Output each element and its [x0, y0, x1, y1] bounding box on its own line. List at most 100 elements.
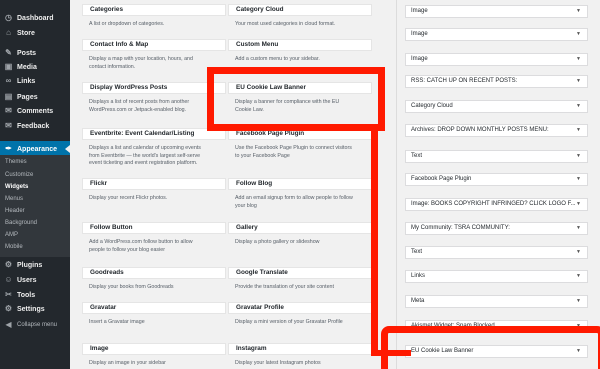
appearance-icon: ✒: [5, 144, 12, 153]
widget-card-gallery[interactable]: Gallery: [228, 222, 372, 234]
menu-item-plugins[interactable]: ⚙ Plugins: [0, 258, 70, 272]
menu-item-users[interactable]: ☺ Users: [0, 273, 70, 287]
widget-card-goodreads[interactable]: Goodreads: [82, 267, 226, 279]
menu-item-label: Plugins: [17, 261, 43, 269]
widget-description: Displays a list and calendar of upcoming…: [89, 145, 201, 166]
widget-description: Display your recent Flickr photos.: [89, 195, 168, 201]
menu-item-label: Comments: [17, 107, 54, 115]
caret-down-icon[interactable]: ▼: [576, 6, 581, 17]
comments-icon: ✉: [5, 106, 12, 115]
submenu-item-menus[interactable]: Menus: [5, 196, 23, 202]
widget-card-display-wordpress-posts[interactable]: Display WordPress Posts: [82, 82, 226, 94]
submenu-item-background[interactable]: Background: [5, 220, 37, 226]
submenu-item-mobile[interactable]: Mobile: [5, 244, 23, 250]
widget-description: Display your books from Goodreads: [89, 284, 174, 290]
widget-card-google-translate[interactable]: Google Translate: [228, 267, 372, 279]
menu-item-collapse-menu[interactable]: ◀ Collapse menu: [0, 318, 70, 332]
menu-item-tools[interactable]: ✂ Tools: [0, 288, 70, 302]
widget-card-instagram[interactable]: Instagram: [228, 343, 372, 355]
menu-item-store[interactable]: ⌂ Store: [0, 26, 70, 40]
widget-card-gravatar[interactable]: Gravatar: [82, 302, 226, 314]
feedback-icon: ✉: [5, 121, 12, 130]
sidebar-widget-image[interactable]: Image ▼: [405, 53, 588, 66]
caret-down-icon[interactable]: ▼: [576, 101, 581, 112]
caret-down-icon[interactable]: ▼: [576, 223, 581, 234]
widget-description: Insert a Gravatar image: [89, 319, 145, 325]
widget-description: Display your latest Instagram photos: [235, 360, 321, 366]
dashboard-icon: ◷: [5, 13, 12, 22]
menu-item-feedback[interactable]: ✉ Feedback: [0, 119, 70, 133]
widget-card-flickr[interactable]: Flickr: [82, 178, 226, 190]
caret-down-icon[interactable]: ▼: [576, 271, 581, 282]
sidebar-widget-facebook-page-plugin[interactable]: Facebook Page Plugin ▼: [405, 173, 588, 186]
widget-card-contact-info-map[interactable]: Contact Info & Map: [82, 39, 226, 51]
menu-item-comments[interactable]: ✉ Comments: [0, 104, 70, 118]
sidebar-widget-title: Text: [411, 153, 423, 159]
menu-item-pages[interactable]: ▤ Pages: [0, 90, 70, 104]
sidebar-widget-category-cloud[interactable]: Category Cloud ▼: [405, 100, 588, 113]
caret-down-icon[interactable]: ▼: [576, 125, 581, 136]
sidebar-widget-title: Image: [411, 31, 428, 37]
menu-item-media[interactable]: ▣ Media: [0, 60, 70, 74]
widget-card-category-cloud[interactable]: Category Cloud: [228, 4, 372, 16]
caret-down-icon[interactable]: ▼: [576, 296, 581, 307]
caret-down-icon[interactable]: ▼: [576, 54, 581, 65]
sidebar-widget-title: Category Cloud: [411, 103, 453, 109]
widget-card-gravatar-profile[interactable]: Gravatar Profile: [228, 302, 372, 314]
sidebar-widget-rss-catch-up-on-recent-posts[interactable]: RSS: CATCH UP ON RECENT POSTS: ▼: [405, 75, 588, 88]
settings-icon: ⚙: [4, 304, 13, 313]
menu-item-links[interactable]: ∞ Links: [0, 74, 70, 88]
menu-item-label: Tools: [17, 291, 36, 299]
sidebar-widget-title: My Community: TSRA COMMUNITY:: [411, 225, 510, 231]
highlight-box-available: [207, 67, 385, 131]
caret-down-icon[interactable]: ▼: [576, 247, 581, 258]
sidebar-widget-title: Facebook Page Plugin: [411, 176, 472, 182]
submenu-item-themes[interactable]: Themes: [5, 159, 27, 165]
users-icon: ☺: [4, 275, 13, 284]
menu-item-label: Dashboard: [17, 14, 54, 22]
caret-down-icon[interactable]: ▼: [576, 29, 581, 40]
sidebar-widget-title: Image: [411, 8, 428, 14]
sidebar-widget-image[interactable]: Image ▼: [405, 28, 588, 41]
widget-card-eventbrite-event-calendar-listing[interactable]: Eventbrite: Event Calendar/Listing: [82, 128, 226, 140]
sidebar-widget-title: RSS: CATCH UP ON RECENT POSTS:: [411, 78, 518, 84]
links-icon: ∞: [5, 76, 12, 85]
submenu-item-widgets[interactable]: Widgets: [5, 184, 28, 190]
caret-down-icon[interactable]: ▼: [576, 151, 581, 162]
widget-description: Use the Facebook Page Plugin to connect …: [235, 145, 352, 159]
caret-down-icon[interactable]: ▼: [576, 199, 581, 210]
menu-item-settings[interactable]: ⚙ Settings: [0, 302, 70, 316]
menu-item-posts[interactable]: ✎ Posts: [0, 46, 70, 60]
menu-item-label: Pages: [17, 93, 38, 101]
menu-item-label: Links: [17, 77, 36, 85]
caret-down-icon[interactable]: ▼: [576, 76, 581, 87]
submenu-item-amp[interactable]: AMP: [5, 232, 18, 238]
submenu-item-header[interactable]: Header: [5, 208, 25, 214]
annotation-connector: [371, 130, 378, 352]
widget-card-follow-blog[interactable]: Follow Blog: [228, 178, 372, 190]
sidebar-widget-links[interactable]: Links ▼: [405, 270, 588, 283]
widget-card-categories[interactable]: Categories: [82, 4, 226, 16]
sidebar-widget-title: Links: [411, 273, 426, 279]
menu-item-label: Appearance: [17, 145, 58, 153]
widget-card-follow-button[interactable]: Follow Button: [82, 222, 226, 234]
sidebar-widget-image-books-copyright-infringed-click-logo-f[interactable]: Image: BOOKS COPYRIGHT INFRINGED? CLICK …: [405, 198, 588, 211]
submenu-item-customize[interactable]: Customize: [5, 172, 33, 178]
menu-item-label: Settings: [17, 305, 45, 313]
sidebar-widget-my-community-tsra-community[interactable]: My Community: TSRA COMMUNITY: ▼: [405, 222, 588, 235]
widget-card-image[interactable]: Image: [82, 343, 226, 355]
menu-item-label: Collapse menu: [17, 322, 58, 328]
caret-down-icon[interactable]: ▼: [576, 174, 581, 185]
menu-item-label: Posts: [17, 49, 37, 57]
highlight-box-sidebar: [381, 326, 600, 369]
menu-item-dashboard[interactable]: ◷ Dashboard: [0, 11, 70, 25]
sidebar-widget-text[interactable]: Text ▼: [405, 150, 588, 163]
sidebar-widget-text[interactable]: Text ▼: [405, 246, 588, 259]
sidebar-widget-archives-drop-down-monthly-posts-menu[interactable]: Archives: DROP DOWN MONTHLY POSTS MENU: ▼: [405, 124, 588, 137]
admin-sidebar: ◷ Dashboard ⌂ Store ✎ Posts ▣ Media ∞ Links ▤ Pages…: [0, 0, 70, 369]
sidebar-widget-title: Text: [411, 249, 423, 255]
sidebar-widget-meta[interactable]: Meta ▼: [405, 295, 588, 308]
widget-card-custom-menu[interactable]: Custom Menu: [228, 39, 372, 51]
sidebar-widget-image[interactable]: Image ▼: [405, 5, 588, 18]
widgets-screen: ◷ Dashboard ⌂ Store ✎ Posts ▣ Media ∞ Links ▤ Pages…: [0, 0, 600, 369]
